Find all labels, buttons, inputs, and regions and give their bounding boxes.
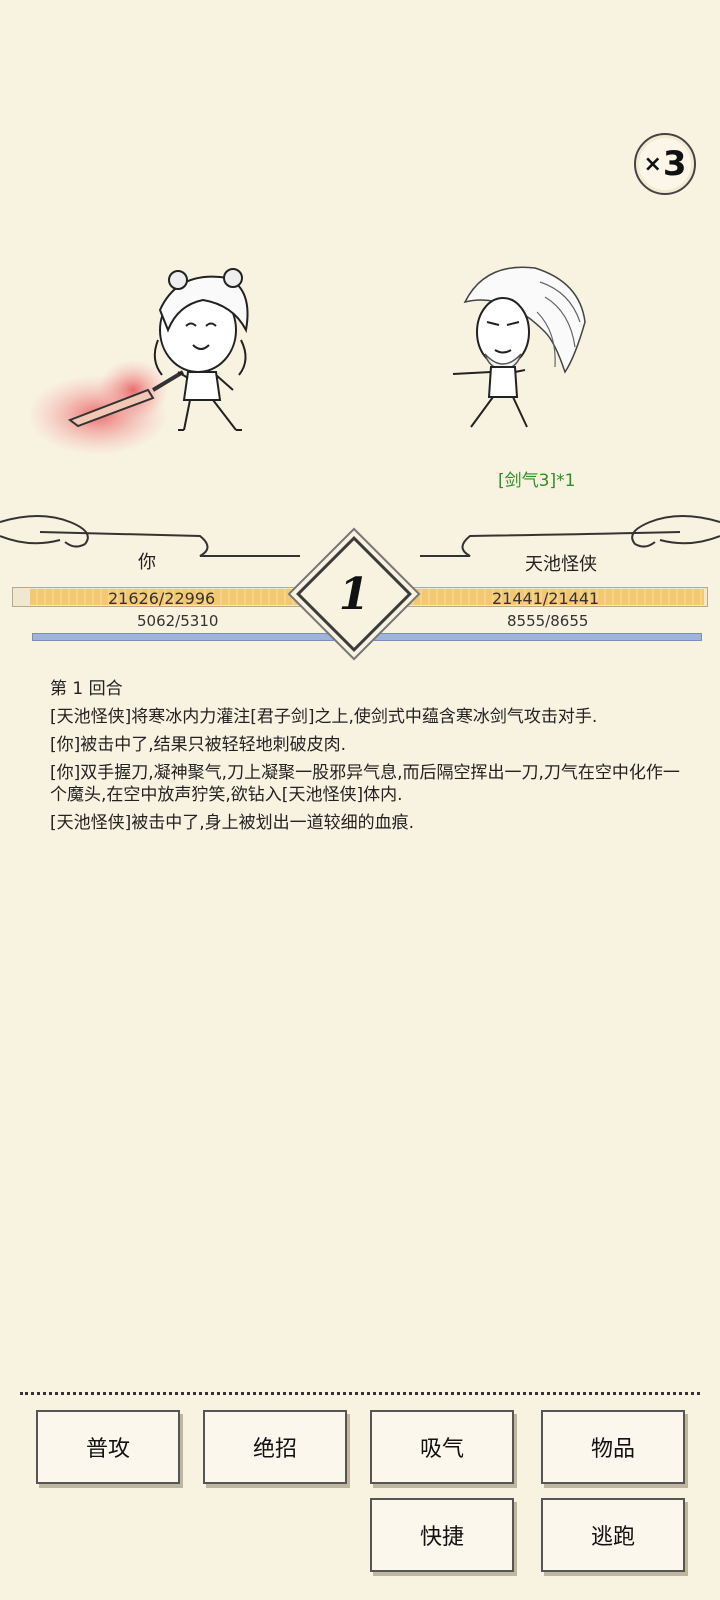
enemy-character [452,266,586,428]
multiply-sign: × [643,151,662,177]
log-line: [你]双手握刀,凝神聚气,刀上凝聚一股邪异气息,而后隔空挥出一刀,刀气在空中化作… [50,763,680,805]
enemy-hp-text: 21441/21441 [492,589,600,608]
enemy-mp-bar [374,633,702,641]
enemy-mp-text: 8555/8655 [507,612,589,630]
speed-multiplier-button[interactable]: × 3 [634,133,696,195]
player-mp-bar [32,633,334,641]
items-button[interactable]: 物品 [541,1410,685,1484]
speed-value: 3 [662,144,687,184]
player-name: 你 [138,552,156,573]
absorb-qi-button[interactable]: 吸气 [370,1410,514,1484]
log-line: [天池怪侠]将寒冰内力灌注[君子剑]之上,使剑式中蕴含寒冰剑气攻击对手. [50,707,598,727]
enemy-status-effect: [剑气3]*1 [498,471,576,491]
ultimate-button[interactable]: 绝招 [203,1410,347,1484]
attack-button[interactable]: 普攻 [36,1410,180,1484]
player-mp-text: 5062/5310 [137,612,219,630]
shortcut-button[interactable]: 快捷 [370,1498,514,1572]
log-line: [天池怪侠]被击中了,身上被划出一道较细的血痕. [50,813,415,833]
player-hp-text: 21626/22996 [108,589,216,608]
combat-log: 第 1 回合 [天池怪侠]将寒冰内力灌注[君子剑]之上,使剑式中蕴含寒冰剑气攻击… [50,678,690,840]
round-number: 1 [338,568,370,620]
action-divider [20,1392,700,1395]
log-line: [你]被击中了,结果只被轻轻地刺破皮肉. [50,735,347,755]
enemy-name: 天池怪侠 [525,554,597,575]
player-character [28,268,249,455]
log-line: 第 1 回合 [50,679,123,699]
flee-button[interactable]: 逃跑 [541,1498,685,1572]
